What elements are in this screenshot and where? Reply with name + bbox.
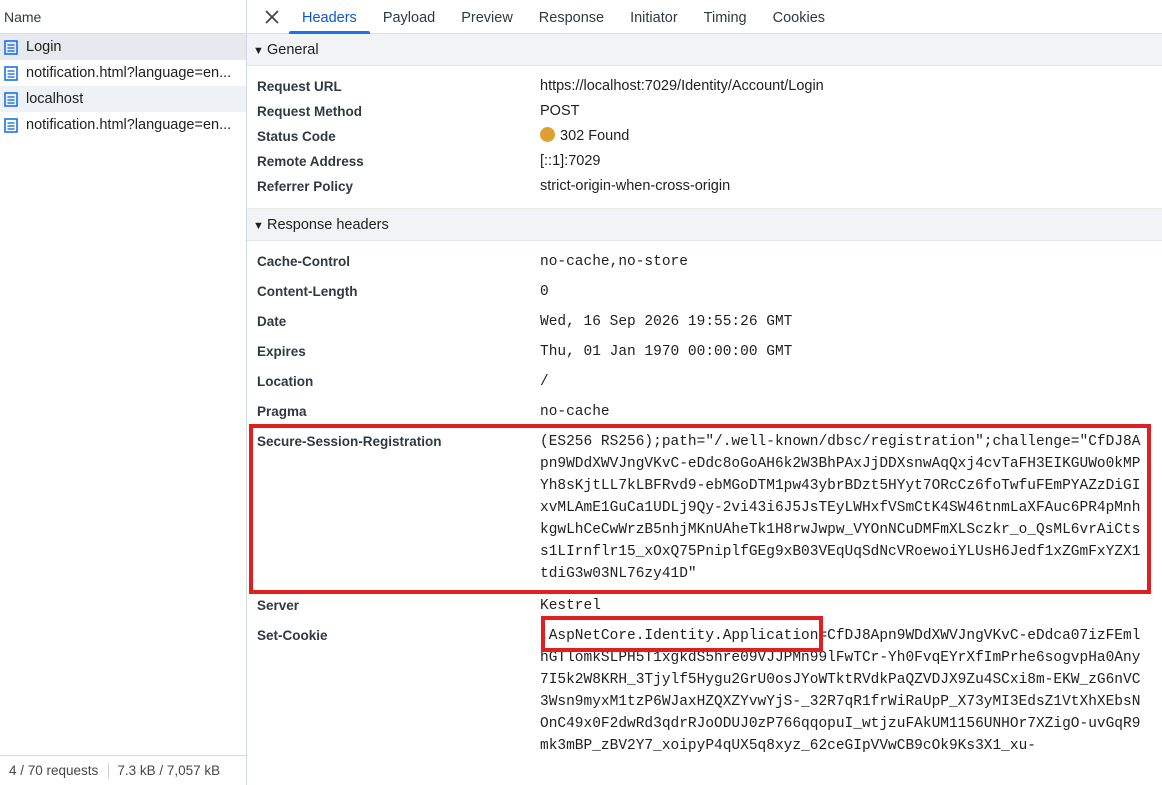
request-item-label: localhost (26, 91, 84, 107)
response-headers-section-header[interactable]: ▼ Response headers (247, 209, 1162, 241)
header-name: Pragma (257, 404, 307, 419)
request-item[interactable]: notification.html?language=en... (0, 60, 246, 86)
request-item[interactable]: localhost (0, 86, 246, 112)
tab-cookies[interactable]: Cookies (760, 0, 838, 34)
header-name: Request Method (257, 104, 363, 119)
header-value: no-cache (540, 404, 610, 420)
header-value: (ES256 RS256);path="/.well-known/dbsc/re… (540, 434, 1141, 582)
header-name: Cache-Control (257, 254, 351, 269)
header-row: Expires Thu, 01 Jan 1970 00:00:00 GMT (247, 337, 1162, 367)
header-name: Set-Cookie (257, 628, 328, 643)
divider (108, 762, 110, 779)
close-icon (265, 9, 279, 24)
header-value: .AspNetCore.Identity.Application=CfDJ8Ap… (540, 628, 1141, 754)
header-name: Referrer Policy (257, 179, 354, 194)
header-value: Kestrel (540, 598, 601, 614)
header-value: POST (540, 103, 580, 119)
header-row: Referrer Policy strict-origin-when-cross-… (247, 174, 1162, 199)
document-icon (4, 39, 18, 55)
header-row: Set-Cookie .AspNetCore.Identity.Applicati… (247, 621, 1162, 757)
request-details-panel: Headers Payload Preview Response Initiat… (247, 0, 1162, 785)
header-value: [::1]:7029 (540, 153, 601, 169)
request-item[interactable]: Login (0, 34, 246, 60)
header-value: 0 (540, 284, 549, 300)
header-value: / (540, 374, 549, 390)
tab-initiator[interactable]: Initiator (617, 0, 691, 34)
status-dot-icon (540, 127, 555, 142)
document-icon (4, 117, 18, 133)
tab-response[interactable]: Response (526, 0, 617, 34)
header-value: https://localhost:7029/Identity/Account/… (540, 78, 824, 94)
header-name: Expires (257, 344, 306, 359)
header-value: Thu, 01 Jan 1970 00:00:00 GMT (540, 344, 793, 360)
response-headers-section: Cache-Control no-cache,no-store Content-L… (247, 241, 1162, 757)
request-count: 4 / 70 requests (9, 763, 99, 778)
request-list-panel: Name Login notification.html?language=en… (0, 0, 247, 785)
request-item[interactable]: notification.html?language=en... (0, 112, 246, 138)
tab-timing[interactable]: Timing (691, 0, 760, 34)
header-value: Wed, 16 Sep 2026 19:55:26 GMT (540, 314, 793, 330)
tab-payload[interactable]: Payload (370, 0, 448, 34)
status-code-value: 302 Found (540, 124, 1162, 149)
header-row: Date Wed, 16 Sep 2026 19:55:26 GMT (247, 307, 1162, 337)
collapse-triangle-icon: ▼ (253, 220, 264, 232)
status-bar: 4 / 70 requests 7.3 kB / 7,057 kB (0, 755, 246, 785)
header-row: Server Kestrel (247, 591, 1162, 621)
status-code-text: 302 Found (560, 128, 630, 144)
header-value: strict-origin-when-cross-origin (540, 178, 731, 194)
header-row: Location / (247, 367, 1162, 397)
header-row: Request Method POST (247, 99, 1162, 124)
request-item-label: notification.html?language=en... (26, 65, 232, 81)
document-icon (4, 65, 18, 81)
header-name: Content-Length (257, 284, 358, 299)
close-button[interactable] (255, 0, 289, 34)
header-row: Secure-Session-Registration (ES256 RS256)… (247, 427, 1162, 591)
header-row: Remote Address [::1]:7029 (247, 149, 1162, 174)
header-name: Request URL (257, 79, 342, 94)
request-item-label: Login (26, 39, 62, 55)
header-row: Request URL https://localhost:7029/Identi… (247, 74, 1162, 99)
tab-headers[interactable]: Headers (289, 0, 370, 34)
request-item-label: notification.html?language=en... (26, 117, 232, 133)
header-name: Secure-Session-Registration (257, 434, 442, 449)
details-tab-bar: Headers Payload Preview Response Initiat… (247, 0, 1162, 34)
header-row: Cache-Control no-cache,no-store (247, 247, 1162, 277)
header-row: Status Code 302 Found (247, 124, 1162, 149)
header-name: Remote Address (257, 154, 364, 169)
name-column-header[interactable]: Name (0, 0, 246, 34)
header-name: Location (257, 374, 314, 389)
transfer-size: 7.3 kB / 7,057 kB (117, 763, 221, 778)
tab-preview[interactable]: Preview (448, 0, 526, 34)
header-name: Server (257, 598, 300, 613)
header-row: Pragma no-cache (247, 397, 1162, 427)
general-section-title: General (267, 42, 319, 58)
header-name: Status Code (257, 129, 336, 144)
general-section: Request URL https://localhost:7029/Identi… (247, 66, 1162, 209)
general-section-header[interactable]: ▼ General (247, 34, 1162, 66)
header-row: Content-Length 0 (247, 277, 1162, 307)
response-headers-section-title: Response headers (267, 217, 389, 233)
header-name: Date (257, 314, 287, 329)
collapse-triangle-icon: ▼ (253, 45, 264, 57)
document-icon (4, 91, 18, 107)
header-value: no-cache,no-store (540, 254, 688, 270)
